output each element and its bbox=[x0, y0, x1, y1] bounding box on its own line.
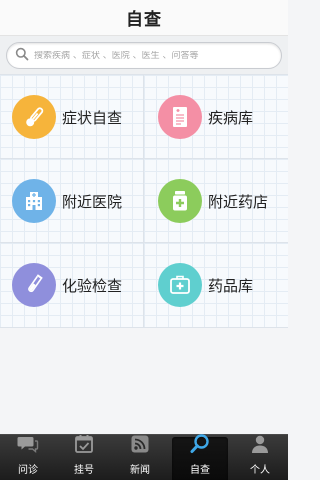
search-icon bbox=[15, 46, 29, 65]
symptom-check-item[interactable]: 症状自查 bbox=[0, 75, 144, 159]
tab-news[interactable]: 新闻 bbox=[112, 435, 168, 480]
chat-icon bbox=[17, 433, 39, 461]
bottom-tab-bar: 问诊 挂号 新闻 自查 个人 bbox=[0, 434, 288, 480]
tab-news-label: 新闻 bbox=[130, 465, 150, 476]
nearby-pharmacy-label: 附近药店 bbox=[208, 192, 269, 211]
disease-library-label: 疾病库 bbox=[208, 108, 254, 127]
drug-library-label: 药品库 bbox=[208, 276, 254, 295]
nearby-pharmacy-item[interactable]: 附近药店 bbox=[144, 159, 288, 243]
calendar-icon bbox=[73, 433, 95, 461]
tab-consult-label: 问诊 bbox=[18, 465, 38, 476]
tab-consult[interactable]: 问诊 bbox=[0, 435, 56, 480]
person-icon bbox=[249, 433, 271, 461]
disease-library-item[interactable]: 疾病库 bbox=[144, 75, 288, 159]
nearby-hospital-item[interactable]: 附近医院 bbox=[0, 159, 144, 243]
app-header: 自查 bbox=[0, 0, 288, 36]
search-icon bbox=[189, 433, 211, 461]
tab-register-label: 挂号 bbox=[74, 465, 94, 476]
tab-self-check[interactable]: 自查 bbox=[172, 434, 228, 480]
tab-self-check-label: 自查 bbox=[190, 465, 210, 476]
drug-library-item[interactable]: 药品库 bbox=[144, 243, 288, 327]
nearby-hospital-label: 附近医院 bbox=[62, 192, 123, 211]
content-empty-area bbox=[0, 328, 288, 434]
medical-kit-icon bbox=[158, 263, 202, 307]
tab-profile[interactable]: 个人 bbox=[232, 435, 288, 480]
thermometer-icon bbox=[12, 95, 56, 139]
lab-test-item[interactable]: 化验检查 bbox=[0, 243, 144, 327]
tab-register[interactable]: 挂号 bbox=[56, 435, 112, 480]
lab-test-label: 化验检查 bbox=[62, 276, 123, 295]
test-tube-icon bbox=[12, 263, 56, 307]
search-input[interactable] bbox=[34, 50, 274, 61]
symptom-check-label: 症状自查 bbox=[62, 108, 123, 127]
search-box[interactable] bbox=[6, 42, 282, 69]
rss-icon bbox=[129, 433, 151, 461]
document-icon bbox=[158, 95, 202, 139]
feature-grid: 症状自查 疾病库 附近医院 附近药店 化验检查 药品库 bbox=[0, 74, 288, 328]
medicine-bottle-icon bbox=[158, 179, 202, 223]
page-title: 自查 bbox=[126, 10, 162, 30]
tab-profile-label: 个人 bbox=[250, 465, 270, 476]
search-bar-container bbox=[0, 36, 288, 76]
hospital-icon bbox=[12, 179, 56, 223]
